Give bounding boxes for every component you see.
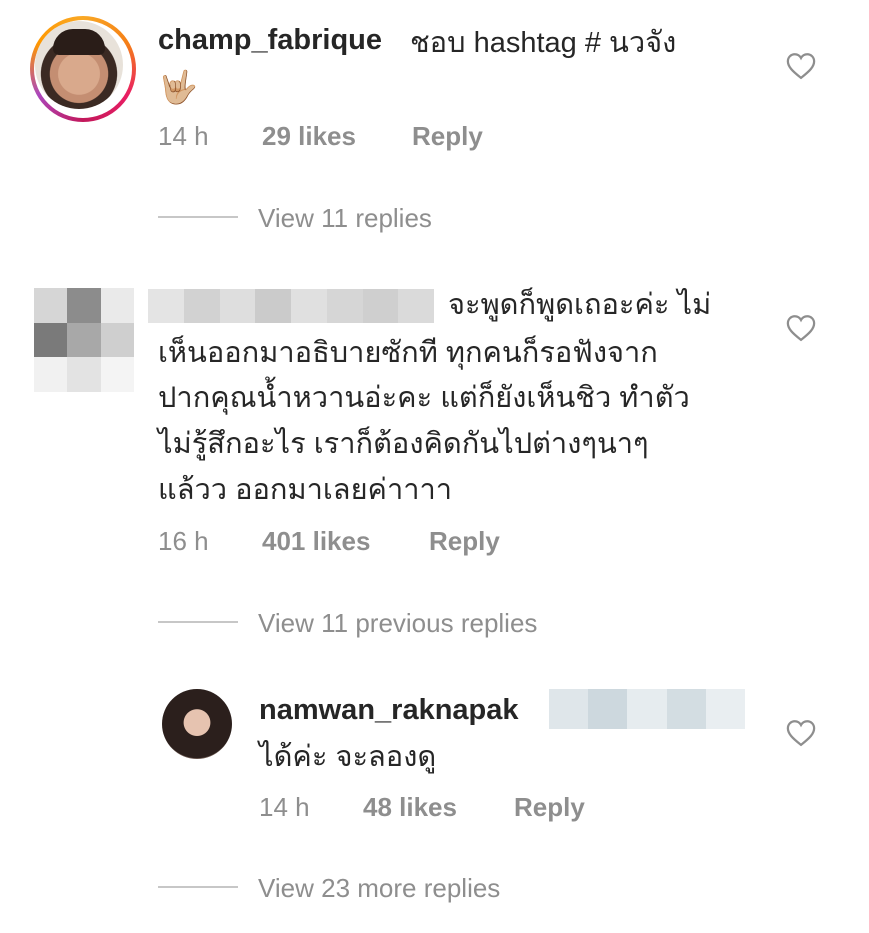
comment-text: ได้ค่ะ จะลองดู (259, 741, 437, 773)
rock-hand-emoji-icon: 🤟🏼 (158, 69, 198, 105)
likes-count[interactable]: 48 likes (363, 792, 457, 823)
comment-text-line: ไม่รู้สึกอะไร เราก็ต้องคิดกันไปต่างๆนาๆ (158, 428, 649, 460)
comment-text-line: เห็นออกมาอธิบายซักที ทุกคนก็รอฟังจาก (158, 337, 658, 369)
comment-time: 14 h (158, 121, 209, 151)
reply-button[interactable]: Reply (429, 526, 500, 557)
divider-line (158, 216, 238, 218)
comment-text: ชอบ hashtag # นวจัง (410, 27, 677, 59)
avatar[interactable] (34, 288, 134, 392)
comment-text-line: ปากคุณน้ำหวานอ่ะคะ แต่ก็ยังเห็นชิว ทำตัว (158, 382, 690, 414)
avatar[interactable] (162, 689, 232, 759)
likes-count[interactable]: 401 likes (262, 526, 370, 557)
divider-line (158, 621, 238, 623)
view-more-replies-link[interactable]: View 23 more replies (258, 873, 500, 904)
view-replies-link[interactable]: View 11 replies (258, 203, 432, 234)
reply-button[interactable]: Reply (412, 121, 483, 152)
comment-time: 14 h (259, 792, 310, 822)
heart-icon[interactable] (786, 719, 816, 747)
view-previous-replies-link[interactable]: View 11 previous replies (258, 608, 537, 639)
comment-text-line: จะพูดก็พูดเถอะค่ะ ไม่ (448, 289, 712, 321)
avatar[interactable] (30, 16, 136, 122)
comment-text-line: แล้วว ออกมาเลยค่าาาา (158, 474, 453, 506)
comment-username[interactable]: champ_fabrique (158, 24, 382, 57)
comment-time: 16 h (158, 526, 209, 556)
heart-icon[interactable] (786, 314, 816, 342)
divider-line (158, 886, 238, 888)
reply-button[interactable]: Reply (514, 792, 585, 823)
heart-icon[interactable] (786, 52, 816, 80)
obscured-mention (549, 689, 746, 729)
comment-username[interactable]: namwan_raknapak (259, 694, 519, 727)
likes-count[interactable]: 29 likes (262, 121, 356, 152)
obscured-username[interactable] (148, 289, 434, 323)
